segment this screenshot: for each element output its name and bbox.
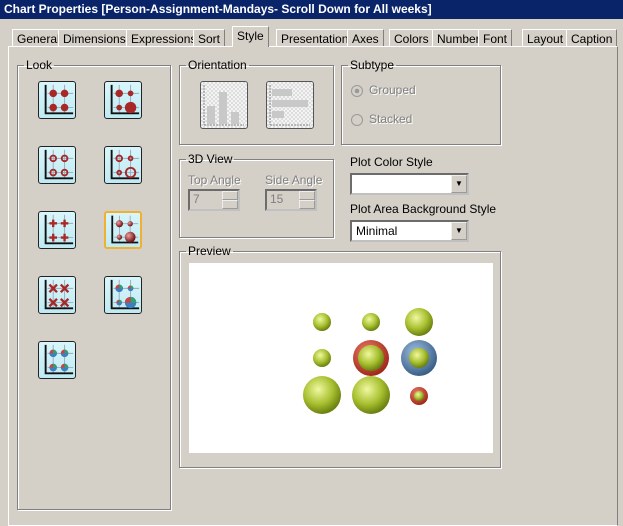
preview-bubble <box>303 376 341 414</box>
preview-bubble <box>313 313 331 331</box>
preview-bubble <box>352 376 390 414</box>
tab-style[interactable]: Style <box>232 26 269 47</box>
side-angle-spinner[interactable]: 15 <box>265 189 317 211</box>
spin-down-button[interactable] <box>299 200 315 209</box>
orientation-horizontal-button[interactable] <box>266 81 314 129</box>
side-angle-label: Side Angle <box>265 173 323 187</box>
look-plus-icon[interactable] <box>38 211 76 249</box>
side-angle-value: 15 <box>270 192 284 206</box>
tab-presentation[interactable]: Presentation <box>276 29 354 47</box>
look-rings-varied-icon[interactable] <box>104 146 142 184</box>
tab-sort[interactable]: Sort <box>193 29 226 47</box>
look-rings-icon[interactable] <box>38 146 76 184</box>
tab-number[interactable]: Number <box>432 29 485 47</box>
look-solid-dots-icon[interactable] <box>38 81 76 119</box>
3d-view-label: 3D View <box>188 152 233 166</box>
look-crosses-icon[interactable] <box>38 276 76 314</box>
chevron-down-icon[interactable]: ▼ <box>451 175 467 193</box>
preview-area <box>189 263 493 453</box>
top-angle-value: 7 <box>193 192 200 206</box>
look-3d-balls-varied-icon[interactable] <box>104 211 142 249</box>
spin-up-button[interactable] <box>222 191 238 200</box>
stacked-label: Stacked <box>369 112 413 126</box>
stacked-radio[interactable]: Stacked <box>351 112 412 126</box>
top-angle-spinner[interactable]: 7 <box>188 189 240 211</box>
preview-bubble <box>401 340 437 376</box>
radio-checked-icon <box>351 84 363 97</box>
grouped-label: Grouped <box>369 83 416 97</box>
chevron-down-icon[interactable]: ▼ <box>451 222 467 240</box>
grouped-radio[interactable]: Grouped <box>351 83 416 97</box>
preview-label: Preview <box>188 244 231 258</box>
preview-bubble <box>353 340 389 376</box>
spin-down-button[interactable] <box>222 200 238 209</box>
tab-dimensions[interactable]: Dimensions <box>58 29 131 47</box>
tab-caption[interactable]: Caption <box>566 29 618 47</box>
top-angle-label: Top Angle <box>188 173 241 187</box>
look-pie-bubbles-icon[interactable] <box>38 341 76 379</box>
window-title: Chart Properties [Person-Assignment-Mand… <box>0 0 623 19</box>
orientation-vertical-button[interactable] <box>200 81 248 129</box>
look-solid-dots-varied-icon[interactable] <box>104 81 142 119</box>
plot-color-style-label: Plot Color Style <box>350 155 433 169</box>
tab-expressions[interactable]: Expressions <box>126 29 202 47</box>
preview-bubble <box>313 349 331 367</box>
plot-bg-style-label: Plot Area Background Style <box>350 202 497 216</box>
tab-axes[interactable]: Axes <box>347 29 384 47</box>
preview-bubble <box>405 308 433 336</box>
tab-colors[interactable]: Colors <box>389 29 434 47</box>
tab-general[interactable]: General <box>12 29 65 47</box>
orientation-label: Orientation <box>188 58 247 72</box>
look-pie-bubbles-varied-icon[interactable] <box>104 276 142 314</box>
plot-color-style-select[interactable]: ▼ <box>350 173 469 195</box>
subtype-group: Subtype <box>341 58 501 145</box>
tab-font[interactable]: Font <box>478 29 513 47</box>
plot-bg-style-select[interactable]: Minimal ▼ <box>350 220 469 242</box>
spin-up-button[interactable] <box>299 191 315 200</box>
preview-bubble <box>410 387 428 405</box>
radio-unchecked-icon <box>351 113 363 126</box>
preview-bubble <box>362 313 380 331</box>
tab-layout[interactable]: Layout <box>522 29 569 47</box>
subtype-label: Subtype <box>350 58 395 72</box>
plot-bg-style-value: Minimal <box>356 224 398 238</box>
look-label: Look <box>26 58 53 72</box>
